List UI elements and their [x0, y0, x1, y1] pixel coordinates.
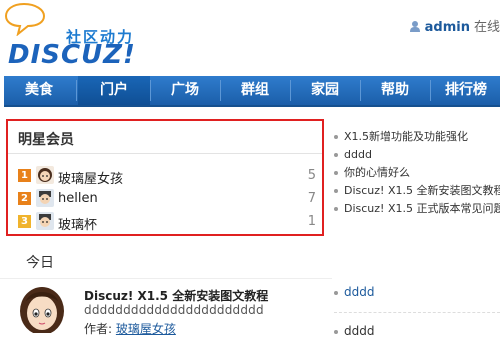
header: 社区动力 DISCUZ! admin 在线: [0, 0, 500, 76]
speech-bubble-icon: [4, 2, 46, 36]
bullet-icon: [334, 171, 338, 175]
bullet-icon: [334, 207, 338, 211]
related-item[interactable]: dddd: [334, 285, 374, 299]
member-count: 7: [307, 191, 316, 206]
news-item[interactable]: Discuz! X1.5 正式版本常见问题: [334, 200, 500, 218]
nav-item-help[interactable]: 帮助: [362, 76, 428, 105]
star-members-panel: 明星会员 1 玻璃屋女孩 5 2 hellen 7 3 玻璃杯 1: [6, 119, 324, 236]
nav-item-portal[interactable]: 门户: [78, 76, 150, 105]
related-item[interactable]: dddd: [334, 324, 374, 338]
nav-separator: [290, 80, 291, 101]
divider: [8, 153, 322, 154]
divider: [0, 278, 332, 279]
news-link[interactable]: dddd: [344, 148, 372, 161]
author-label: 作者:: [84, 322, 113, 336]
member-name-link[interactable]: hellen: [58, 191, 98, 206]
bullet-icon: [334, 135, 338, 139]
bullet-icon: [334, 153, 338, 157]
nav-separator: [150, 80, 151, 101]
star-members-title: 明星会员: [18, 132, 74, 148]
news-link[interactable]: Discuz! X1.5 正式版本常见问题: [344, 202, 500, 215]
member-row: 3 玻璃杯 1: [18, 212, 318, 233]
avatar[interactable]: [36, 166, 54, 184]
bullet-icon: [334, 329, 338, 334]
member-name-link[interactable]: 玻璃屋女孩: [58, 168, 123, 187]
news-item[interactable]: X1.5新增功能及功能强化: [334, 128, 500, 146]
nav-item-food[interactable]: 美食: [4, 76, 74, 105]
news-link[interactable]: X1.5新增功能及功能强化: [344, 130, 468, 143]
online-status: 在线: [473, 20, 500, 35]
rank-badge: 3: [18, 215, 31, 228]
news-link[interactable]: Discuz! X1.5 全新安装图文教程: [344, 184, 500, 197]
username-link[interactable]: admin: [425, 20, 470, 35]
rank-badge: 2: [18, 192, 31, 205]
nav-item-plaza[interactable]: 广场: [152, 76, 218, 105]
nav-separator: [430, 80, 431, 101]
member-row: 1 玻璃屋女孩 5: [18, 166, 318, 187]
avatar[interactable]: [36, 212, 54, 230]
today-title: 今日: [26, 255, 54, 271]
article-summary: ddddddddddddddddddddddd: [84, 303, 264, 317]
nav-item-groups[interactable]: 群组: [222, 76, 288, 105]
news-list: X1.5新增功能及功能强化 dddd 你的心情好么 Discuz! X1.5 全…: [334, 128, 500, 218]
nav-item-home[interactable]: 家园: [292, 76, 358, 105]
nav-separator: [360, 80, 361, 101]
news-item[interactable]: Discuz! X1.5 全新安装图文教程: [334, 182, 500, 200]
author-link[interactable]: 玻璃屋女孩: [116, 322, 176, 336]
news-item[interactable]: dddd: [334, 146, 500, 164]
rank-badge: 1: [18, 169, 31, 182]
member-count: 5: [307, 168, 316, 183]
user-area: admin 在线: [409, 16, 500, 35]
nav-separator: [76, 80, 77, 101]
member-name-link[interactable]: 玻璃杯: [58, 214, 97, 233]
bullet-icon: [334, 290, 338, 295]
article-author: 作者: 玻璃屋女孩: [84, 320, 176, 337]
member-row: 2 hellen 7: [18, 189, 318, 209]
news-item[interactable]: 你的心情好么: [334, 164, 500, 182]
nav-item-ranking[interactable]: 排行榜: [432, 76, 500, 105]
related-link[interactable]: dddd: [344, 324, 374, 338]
bullet-icon: [334, 189, 338, 193]
logo-text-en: DISCUZ!: [8, 40, 136, 70]
news-link[interactable]: 你的心情好么: [344, 166, 410, 179]
divider: [334, 312, 500, 313]
discuz-logo[interactable]: 社区动力 DISCUZ!: [2, 2, 142, 72]
member-count: 1: [307, 214, 316, 229]
main-nav: 美食 门户 广场 群组 家园 帮助 排行榜: [4, 76, 500, 107]
user-icon: [409, 21, 420, 32]
nav-separator: [220, 80, 221, 101]
article-title-link[interactable]: Discuz! X1.5 全新安装图文教程: [84, 287, 268, 304]
related-link[interactable]: dddd: [344, 285, 374, 299]
avatar[interactable]: [36, 189, 54, 207]
article-author-avatar[interactable]: [14, 283, 70, 333]
